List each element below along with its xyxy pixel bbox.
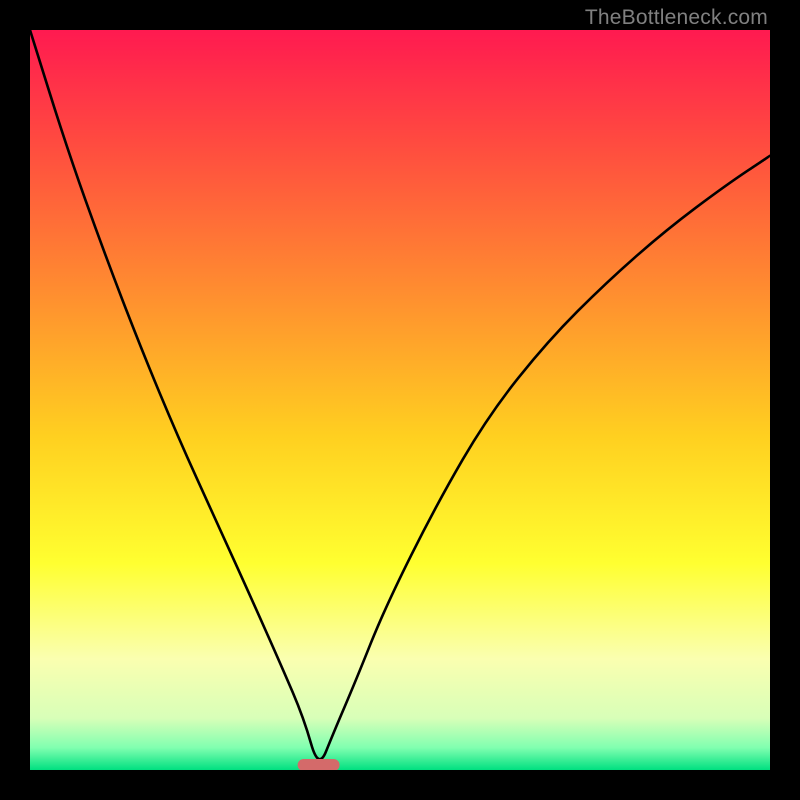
gradient-background (30, 30, 770, 770)
chart-svg (30, 30, 770, 770)
bottleneck-marker (298, 759, 340, 770)
plot-area (30, 30, 770, 770)
watermark-text: TheBottleneck.com (585, 6, 768, 30)
chart-frame: TheBottleneck.com (0, 0, 800, 800)
